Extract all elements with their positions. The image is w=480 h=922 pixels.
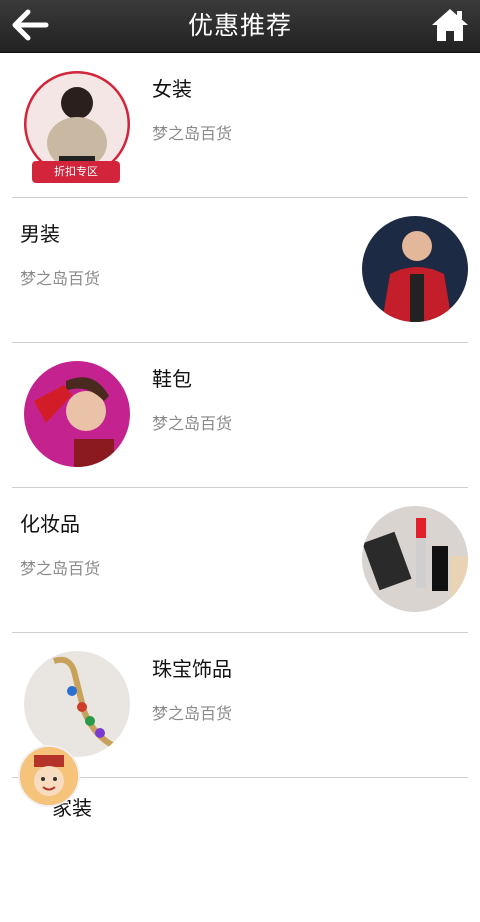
item-name: 男装 <box>20 222 60 246</box>
item-name: 女装 <box>152 77 192 101</box>
list-item-mens[interactable]: 男装 梦之岛百货 <box>12 198 468 343</box>
item-name: 化妆品 <box>20 512 80 536</box>
list-item-cosmetics[interactable]: 化妆品 梦之岛百货 <box>12 488 468 633</box>
assistant-avatar-icon <box>20 747 78 805</box>
item-store: 梦之岛百货 <box>152 704 233 723</box>
item-store: 梦之岛百货 <box>20 559 101 578</box>
mens-thumbnail <box>362 216 468 322</box>
item-store: 梦之岛百货 <box>152 414 233 433</box>
item-name: 鞋包 <box>152 367 192 391</box>
home-button[interactable] <box>430 6 470 44</box>
list-item-jewelry[interactable]: 珠宝饰品 梦之岛百货 <box>12 633 468 778</box>
home-icon <box>432 9 468 41</box>
top-bar: 优惠推荐 <box>0 0 480 53</box>
item-store: 梦之岛百货 <box>152 124 233 143</box>
page-title: 优惠推荐 <box>187 11 292 40</box>
item-store: 梦之岛百货 <box>20 269 101 288</box>
shoes-bags-thumbnail <box>24 361 130 467</box>
list-item-shoes-bags[interactable]: 鞋包 梦之岛百货 <box>12 343 468 488</box>
jewelry-thumbnail <box>24 651 130 757</box>
item-name: 珠宝饰品 <box>152 657 232 681</box>
discount-badge: 折扣专区 <box>32 161 120 183</box>
list-item-womens[interactable]: 折扣专区 女装 梦之岛百货 <box>12 53 468 198</box>
floating-assistant-avatar[interactable] <box>18 745 80 807</box>
cosmetics-thumbnail <box>362 506 468 612</box>
